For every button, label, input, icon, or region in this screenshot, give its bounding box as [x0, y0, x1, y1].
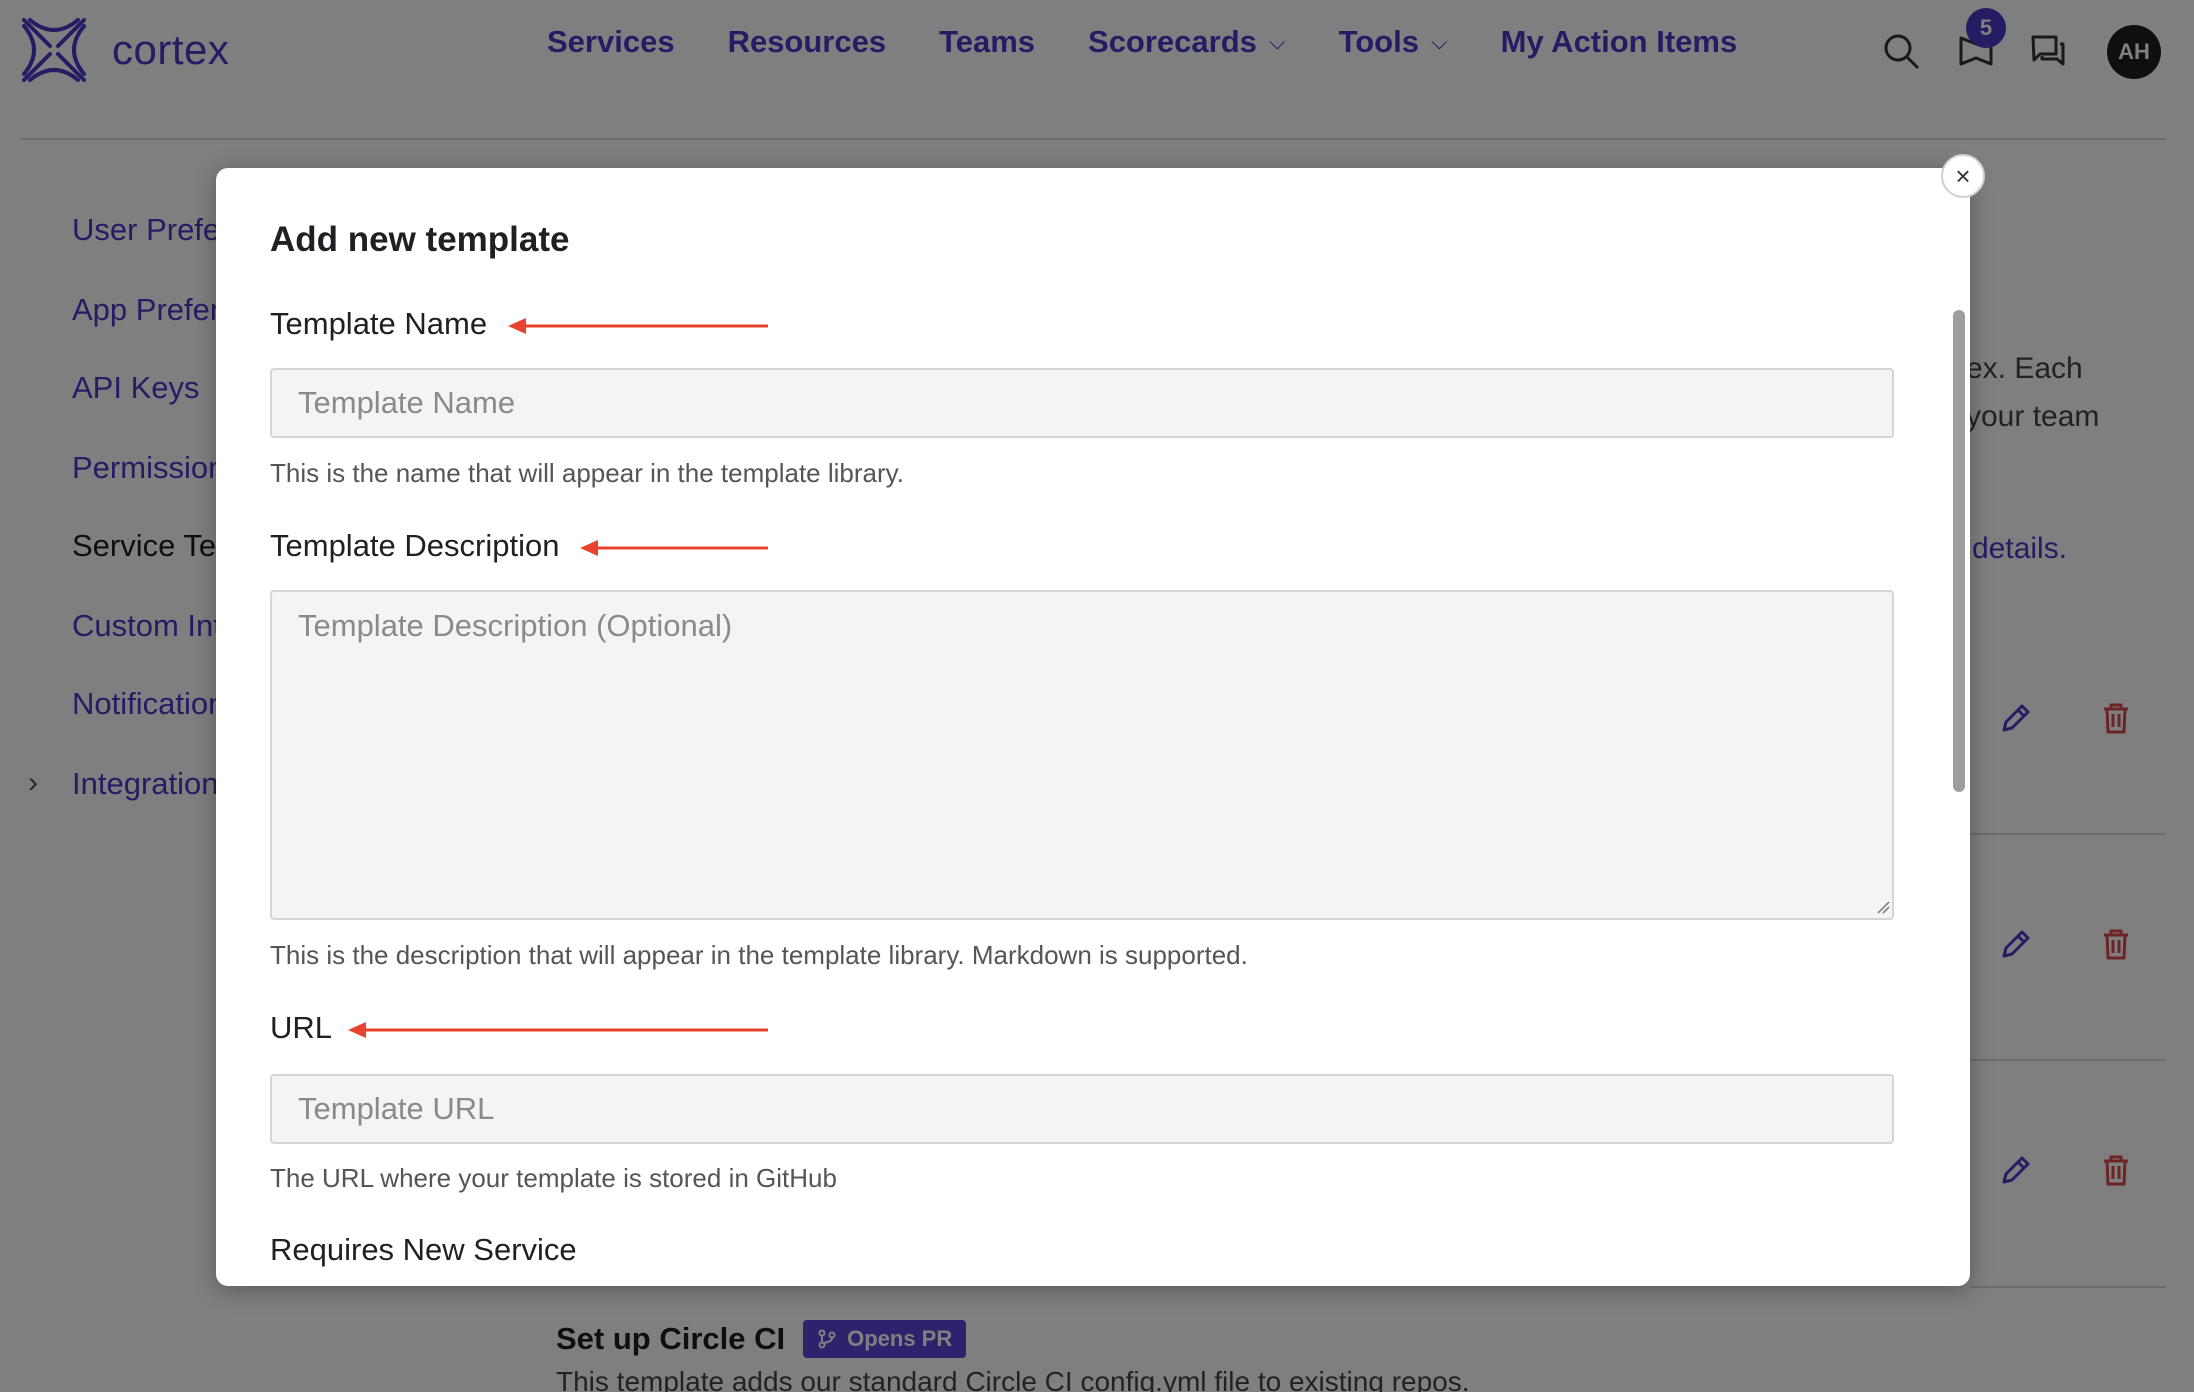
modal-scrollbar[interactable] [1953, 310, 1965, 792]
template-name-help: This is the name that will appear in the… [270, 458, 904, 488]
url-label: URL [270, 1010, 333, 1045]
template-url-help: The URL where your template is stored in… [270, 1163, 837, 1193]
template-name-input[interactable] [270, 368, 1894, 438]
template-description-label: Template Description [270, 528, 560, 563]
annotation-arrow [348, 1022, 768, 1038]
modal-title: Add new template [270, 220, 570, 259]
resize-handle-icon[interactable] [1876, 900, 1890, 914]
template-name-label: Template Name [270, 306, 488, 341]
template-url-input[interactable] [270, 1074, 1894, 1144]
requires-new-service-label: Requires New Service [270, 1232, 577, 1267]
template-description-help: This is the description that will appear… [270, 940, 1248, 970]
template-description-textarea[interactable] [270, 590, 1894, 920]
annotation-arrow [580, 540, 768, 556]
close-icon: × [1955, 160, 1971, 191]
annotation-arrow [508, 318, 768, 334]
add-template-modal: Add new template Template Name This is t… [216, 168, 1970, 1286]
close-modal-button[interactable]: × [1941, 154, 1985, 198]
